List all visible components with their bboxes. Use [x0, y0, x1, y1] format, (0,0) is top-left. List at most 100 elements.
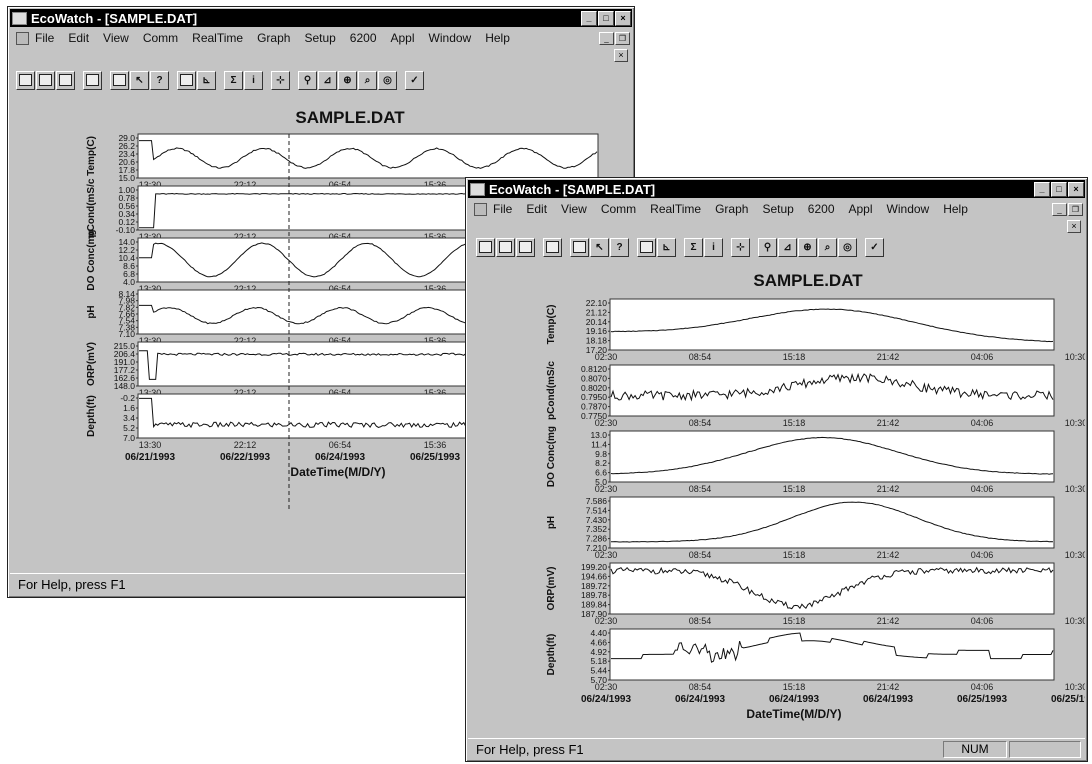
doc-minimize-button[interactable]: _ — [599, 31, 614, 45]
x-tick-label: 08:54 — [689, 418, 712, 428]
x-tick-label: 08:54 — [689, 550, 712, 560]
ecowatch-window-front[interactable]: EcoWatch - [SAMPLE.DAT] _ □ × File Edit … — [465, 177, 1092, 762]
y-tick-label: 4.0 — [123, 277, 135, 287]
statistics-icon[interactable]: Σ — [224, 70, 243, 90]
x-tick-label: 10:30 — [1065, 352, 1085, 362]
y-tick-label: -0.10 — [116, 225, 136, 235]
plot-area: SAMPLE.DAT Temp(C) 22.10 21.12 20.14 19.16 18.… — [468, 260, 1092, 736]
print-icon[interactable] — [110, 70, 129, 90]
menu-file[interactable]: File — [35, 31, 54, 45]
minimize-button[interactable]: _ — [581, 10, 597, 26]
maximize-button[interactable]: □ — [598, 10, 614, 26]
doc-restore-button[interactable]: ❐ — [1068, 202, 1083, 216]
copy-icon[interactable] — [83, 70, 102, 90]
plot-icon[interactable]: ⊿ — [778, 237, 797, 257]
menu-6200[interactable]: 6200 — [808, 202, 835, 216]
cursor-icon[interactable]: ⊹ — [731, 237, 750, 257]
app-icon[interactable] — [470, 182, 485, 196]
menu-comm[interactable]: Comm — [143, 31, 178, 45]
context-help-icon[interactable]: ? — [150, 70, 169, 90]
table-icon[interactable] — [177, 70, 196, 90]
info-icon[interactable]: i — [244, 70, 263, 90]
save-icon[interactable] — [496, 237, 515, 257]
cursor-icon[interactable]: ⊹ — [271, 70, 290, 90]
marker-icon[interactable]: ⚲ — [298, 70, 317, 90]
title-bar[interactable]: EcoWatch - [SAMPLE.DAT] _ □ × — [10, 9, 632, 27]
export-icon[interactable] — [516, 237, 535, 257]
panel-plot-box — [609, 628, 1055, 681]
copy-icon[interactable] — [543, 237, 562, 257]
menu-edit[interactable]: Edit — [526, 202, 547, 216]
doc-minimize-button[interactable]: _ — [1052, 202, 1067, 216]
menu-help[interactable]: Help — [943, 202, 968, 216]
probe-icon[interactable]: ↖ — [590, 237, 609, 257]
doc-restore-button[interactable]: ❐ — [615, 31, 630, 45]
x-tick-label: 02:30 — [595, 418, 618, 428]
x-tick-label: 04:06 — [971, 484, 994, 494]
menu-6200[interactable]: 6200 — [350, 31, 377, 45]
menu-graph[interactable]: Graph — [257, 31, 290, 45]
x-tick-label: 15:18 — [783, 616, 806, 626]
x-tick-label: 15:18 — [783, 352, 806, 362]
graph-icon[interactable]: ⊾ — [657, 237, 676, 257]
menu-edit[interactable]: Edit — [68, 31, 89, 45]
table-icon[interactable] — [637, 237, 656, 257]
zoom-reset-icon[interactable]: ◎ — [838, 237, 857, 257]
menu-setup[interactable]: Setup — [304, 31, 335, 45]
menu-realtime[interactable]: RealTime — [650, 202, 701, 216]
zoom-icon[interactable]: ⌕ — [358, 70, 377, 90]
menu-setup[interactable]: Setup — [762, 202, 793, 216]
menu-view[interactable]: View — [103, 31, 129, 45]
x-tick-label: 04:06 — [971, 550, 994, 560]
edit-graph-icon[interactable]: ✓ — [865, 237, 884, 257]
save-icon[interactable] — [36, 70, 55, 90]
minimize-button[interactable]: _ — [1034, 181, 1050, 197]
y-axis-label: pH — [86, 305, 97, 318]
maximize-button[interactable]: □ — [1051, 181, 1067, 197]
export-icon[interactable] — [56, 70, 75, 90]
document-icon[interactable] — [474, 202, 487, 216]
menu-realtime[interactable]: RealTime — [192, 31, 243, 45]
x-tick-label: 04:06 — [971, 418, 994, 428]
chart-panel: DO Conc(mg 13.011.49.88.26.65.002:30 08:54… — [546, 426, 1087, 494]
y-axis-label: Temp(C) — [546, 305, 557, 345]
close-button[interactable]: × — [615, 10, 631, 26]
probe-icon[interactable]: ↖ — [130, 70, 149, 90]
zoom-in-icon[interactable]: ⊕ — [338, 70, 357, 90]
doc-close-button[interactable]: × — [614, 49, 628, 62]
zoom-reset-icon[interactable]: ◎ — [378, 70, 397, 90]
app-icon[interactable] — [12, 11, 27, 25]
menu-appl[interactable]: Appl — [849, 202, 873, 216]
open-icon[interactable] — [476, 237, 495, 257]
print-icon[interactable] — [570, 237, 589, 257]
menu-graph[interactable]: Graph — [715, 202, 748, 216]
x-tick-label: 10:30 — [1065, 484, 1085, 494]
menu-file[interactable]: File — [493, 202, 512, 216]
zoom-icon[interactable]: ⌕ — [818, 237, 837, 257]
edit-graph-icon[interactable]: ✓ — [405, 70, 424, 90]
context-help-icon[interactable]: ? — [610, 237, 629, 257]
x-tick-label: 08:54 — [689, 682, 712, 692]
status-text: For Help, press F1 — [476, 741, 584, 757]
menu-comm[interactable]: Comm — [601, 202, 636, 216]
open-icon[interactable] — [16, 70, 35, 90]
close-button[interactable]: × — [1068, 181, 1084, 197]
menu-appl[interactable]: Appl — [391, 31, 415, 45]
window-title: EcoWatch - [SAMPLE.DAT] — [31, 10, 198, 26]
statistics-icon[interactable]: Σ — [684, 237, 703, 257]
y-tick-label: 1.6 — [123, 403, 135, 413]
document-icon[interactable] — [16, 31, 29, 45]
menu-window[interactable]: Window — [887, 202, 930, 216]
doc-close-button[interactable]: × — [1067, 220, 1081, 233]
menu-window[interactable]: Window — [429, 31, 472, 45]
date-label: 06/24/1993 — [675, 694, 725, 705]
title-bar[interactable]: EcoWatch - [SAMPLE.DAT] _ □ × — [468, 180, 1085, 198]
menu-help[interactable]: Help — [485, 31, 510, 45]
plot-icon[interactable]: ⊿ — [318, 70, 337, 90]
menu-view[interactable]: View — [561, 202, 587, 216]
info-icon[interactable]: i — [704, 237, 723, 257]
date-label: 06/24/1993 — [315, 452, 365, 463]
marker-icon[interactable]: ⚲ — [758, 237, 777, 257]
zoom-in-icon[interactable]: ⊕ — [798, 237, 817, 257]
graph-icon[interactable]: ⊾ — [197, 70, 216, 90]
